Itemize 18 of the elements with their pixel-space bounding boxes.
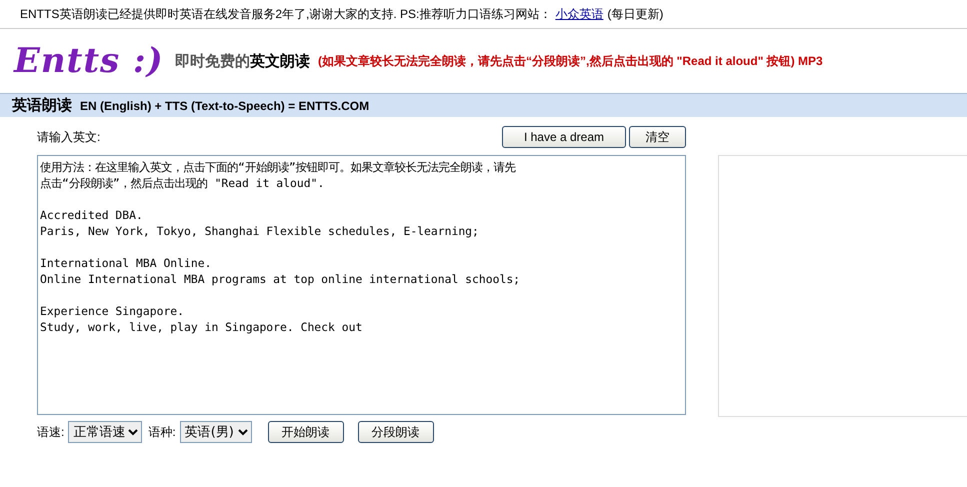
control-label: 语种: [148, 424, 176, 440]
voice-select[interactable]: 英语(男) [180, 421, 252, 443]
notice-text: ENTTS英语朗读已经提供即时英语在线发音服务2年了,谢谢大家的支持. PS:推荐听力口语练习网站： [20, 6, 552, 22]
usage-hint: (如果文章较长无法完全朗读，请先点击“分段朗读”,然后点击出现的 "Read it aloud" 按钮) MP3 [318, 52, 823, 70]
sample-button[interactable]: I have a dream [502, 126, 626, 148]
site-link[interactable]: 小众英语 [555, 6, 604, 22]
tagline: 即时免费的英文朗读 [175, 52, 310, 70]
logo: Entts :) [14, 41, 165, 81]
control-label: 语速: [37, 424, 64, 440]
read-button[interactable]: 开始朗读 [268, 421, 344, 443]
input-label: 请输入英文: [37, 128, 100, 146]
speed-select[interactable]: 正常语速 [68, 421, 142, 443]
section-subtitle: EN (English) + TTS (Text-to-Speech) = ENTTS.COM [80, 98, 370, 112]
notice-suffix: (每日更新) [607, 6, 664, 22]
section-title: 英语朗读 [12, 96, 72, 115]
text-input[interactable]: 使用方法：在这里输入英文，点击下面的“开始朗读”按钮即可。如果文章较长无法完全朗读，请先 点击“分段朗读”，然后点击出现的 "Read it aloud". Accredited DBA. Paris, New York, Tokyo, Shanghai Flexible schedules, E-learning; International MBA Online. Online International MBA programs at top online international schools; Experience Singapore. Study, work, live, play in Singapore. Check out [37, 155, 686, 415]
clear-button[interactable]: 清空 [629, 126, 686, 148]
segment-read-button[interactable]: 分段朗读 [358, 421, 434, 443]
